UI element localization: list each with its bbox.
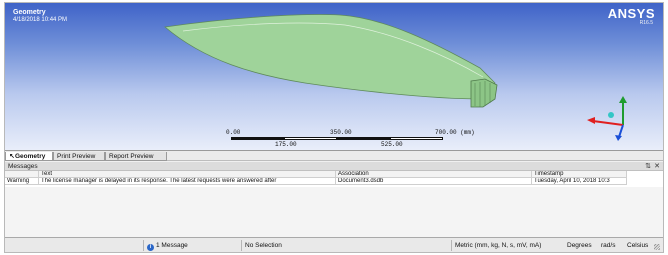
message-type[interactable]: Warning xyxy=(5,178,39,185)
header-cell-type xyxy=(5,171,39,178)
status-units[interactable]: Metric (mm, kg, N, s, mV, mA) xyxy=(455,242,541,249)
tab-geometry[interactable]: ↖Geometry xyxy=(5,152,53,161)
tab-print-preview[interactable]: Print Preview xyxy=(53,152,105,161)
message-text[interactable]: The license manager is delayed in its re… xyxy=(39,178,336,185)
message-association[interactable]: Document3.dsdb xyxy=(336,178,532,185)
status-bar: i1 Message No Selection Metric (mm, kg, … xyxy=(5,237,663,252)
status-rotation-units[interactable]: rad/s xyxy=(601,242,615,249)
blade-geometry-model[interactable] xyxy=(5,3,663,150)
resize-grip-icon[interactable] xyxy=(654,244,660,250)
messages-empty-area xyxy=(5,187,663,237)
pin-icon[interactable]: ⇅ xyxy=(645,162,651,171)
scale-label-175: 175.00 xyxy=(275,141,297,148)
status-separator xyxy=(241,240,242,251)
scale-label-700: 700.00 (mm) xyxy=(435,129,475,136)
messages-panel-title: Messages xyxy=(8,163,38,170)
header-cell-timestamp[interactable]: Timestamp xyxy=(532,171,627,178)
scale-label-350: 350.00 xyxy=(330,129,352,136)
coordinate-triad[interactable] xyxy=(583,95,643,141)
scale-bar-segment xyxy=(231,137,284,140)
status-separator xyxy=(143,240,144,251)
scale-bar-segment xyxy=(390,137,443,140)
status-messages[interactable]: i1 Message xyxy=(147,242,188,251)
status-selection: No Selection xyxy=(245,242,282,249)
message-timestamp[interactable]: Tuesday, April 10, 2018 10:3 xyxy=(532,178,627,185)
tab-report-preview[interactable]: Report Preview xyxy=(105,152,167,161)
header-cell-text[interactable]: Text xyxy=(39,171,336,178)
scale-bar-segment xyxy=(337,137,390,140)
scale-label-525: 525.00 xyxy=(381,141,403,148)
graphics-viewport[interactable]: Geometry 4/18/2018 10:44 PM ANSYS R16.5 … xyxy=(5,3,663,150)
close-icon[interactable]: ✕ xyxy=(654,162,660,171)
status-separator xyxy=(451,240,452,251)
header-cell-association[interactable]: Association xyxy=(336,171,532,178)
scale-label-0: 0.00 xyxy=(226,129,241,136)
view-tabs: ↖Geometry Print Preview Report Preview xyxy=(5,150,663,161)
status-temperature-units[interactable]: Celsius xyxy=(627,242,648,249)
scale-bar-segment xyxy=(284,137,337,140)
info-icon: i xyxy=(147,244,154,251)
messages-panel-header: Messages ⇅ ✕ xyxy=(5,162,663,171)
mechanical-window: Geometry 4/18/2018 10:44 PM ANSYS R16.5 … xyxy=(4,2,664,253)
status-angle-units[interactable]: Degrees xyxy=(567,242,592,249)
